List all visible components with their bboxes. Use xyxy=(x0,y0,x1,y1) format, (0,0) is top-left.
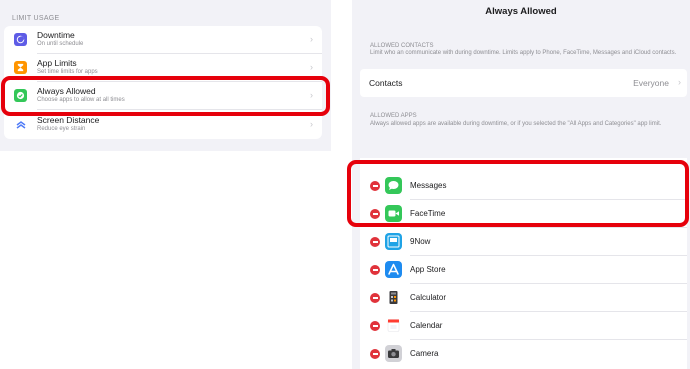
contacts-label: Contacts xyxy=(369,78,403,88)
app-limits-title: App Limits xyxy=(37,58,77,68)
remove-icon[interactable] xyxy=(370,293,380,303)
limit-usage-header: LIMIT USAGE xyxy=(12,15,60,22)
remove-icon[interactable] xyxy=(370,265,380,275)
chevron-right-icon: › xyxy=(310,34,313,44)
app-name: App Store xyxy=(410,265,446,274)
calculator-icon xyxy=(385,289,402,306)
app-name: 9Now xyxy=(410,237,431,246)
list-item[interactable]: 9Now xyxy=(360,228,687,256)
list-item[interactable]: Camera xyxy=(360,340,687,368)
chevron-right-icon: › xyxy=(310,62,313,72)
camera-icon xyxy=(385,345,402,362)
contacts-value: Everyone xyxy=(633,78,669,88)
contacts-row[interactable]: Contacts Everyone › xyxy=(360,69,687,97)
chevron-right-icon: › xyxy=(310,119,313,129)
allowed-contacts-description: Limit who an communicate with during dow… xyxy=(370,50,677,56)
downtime-subtitle: On until schedule xyxy=(37,41,84,47)
screen-distance-title: Screen Distance xyxy=(37,115,100,125)
always-allowed-highlight xyxy=(1,76,330,116)
hourglass-icon xyxy=(14,61,27,74)
remove-icon[interactable] xyxy=(370,237,380,247)
9now-icon xyxy=(385,233,402,250)
page-title: Always Allowed xyxy=(485,6,557,17)
list-item[interactable]: Calculator xyxy=(360,284,687,312)
app-limits-subtitle: Set time limits for apps xyxy=(37,69,98,75)
app-name: Calendar xyxy=(410,321,443,330)
allowed-apps-description: Always allowed apps are available during… xyxy=(370,121,662,127)
screen-distance-subtitle: Reduce eye strain xyxy=(37,126,86,132)
messages-facetime-highlight xyxy=(347,160,689,227)
screen-distance-icon xyxy=(14,118,27,131)
app-name: Camera xyxy=(410,349,439,358)
remove-icon[interactable] xyxy=(370,321,380,331)
calendar-icon xyxy=(385,317,402,334)
app-store-icon xyxy=(385,261,402,278)
app-name: Calculator xyxy=(410,293,447,302)
downtime-title: Downtime xyxy=(37,30,75,40)
moon-icon xyxy=(14,33,27,46)
downtime-row[interactable]: Downtime On until schedule › xyxy=(4,26,322,54)
list-item[interactable]: App Store xyxy=(360,256,687,284)
allowed-apps-header: ALLOWED APPS xyxy=(370,113,417,119)
chevron-right-icon: › xyxy=(678,77,681,87)
list-item[interactable]: Calendar xyxy=(360,312,687,340)
remove-icon[interactable] xyxy=(370,349,380,359)
